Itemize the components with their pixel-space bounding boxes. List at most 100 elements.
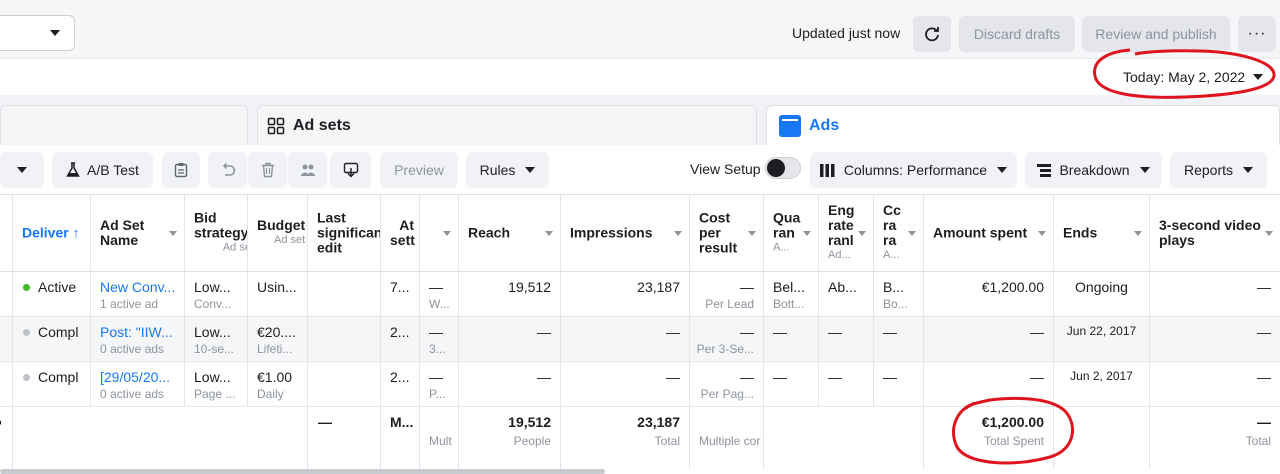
undo-button[interactable] xyxy=(208,152,247,188)
columns-button[interactable]: Columns: Performance xyxy=(810,152,1017,188)
columns-icon xyxy=(819,163,835,177)
date-range-picker[interactable]: Today: May 2, 2022 xyxy=(1108,61,1273,93)
header-quality-ranking[interactable]: Qua ran A... xyxy=(764,195,819,272)
table-cell xyxy=(308,362,381,406)
tab-ad-sets[interactable]: Ad sets xyxy=(257,105,757,145)
sort-icon xyxy=(169,231,177,236)
table-cell[interactable]: New Conv... 1 active ad xyxy=(91,272,185,316)
totals-results: Mult xyxy=(420,407,459,469)
create-dropdown-button[interactable] xyxy=(0,152,44,188)
table-cell: Ab... xyxy=(819,272,874,316)
header-attribution[interactable]: At sett xyxy=(381,195,420,272)
table-cell: — xyxy=(1150,362,1280,406)
header-checkbox[interactable] xyxy=(0,195,13,272)
tab-campaigns[interactable] xyxy=(0,105,248,145)
header-budget-sub: Ad set xyxy=(274,234,306,246)
table-row[interactable]: Compl Post: "IIW... 0 active ads Low... 10-s… xyxy=(0,317,1280,362)
account-select[interactable] xyxy=(0,15,75,51)
totals-reach-sub: People xyxy=(513,434,551,448)
status-dot-icon xyxy=(23,374,30,381)
trash-icon xyxy=(261,162,274,178)
quality-value: — xyxy=(773,324,787,340)
clipboard-icon xyxy=(174,163,188,178)
horizontal-scrollbar[interactable] xyxy=(0,469,605,474)
ads-icon xyxy=(779,114,801,137)
view-setup-toggle[interactable] xyxy=(765,157,801,179)
header-bid-strategy[interactable]: Bid strategyAd set xyxy=(185,195,248,272)
refresh-button[interactable] xyxy=(913,16,951,52)
sort-icon xyxy=(443,231,451,236)
discard-drafts-button[interactable]: Discard drafts xyxy=(959,16,1075,52)
name-sub: 0 active ads xyxy=(100,342,165,356)
attr-value: 7... xyxy=(390,279,410,295)
table-cell[interactable]: [29/05/20... 0 active ads xyxy=(91,362,185,406)
header-budget[interactable]: Budget Ad set xyxy=(248,195,308,272)
header-conversion-ranking[interactable]: Cc ra ra A... xyxy=(874,195,924,272)
table-cell: Bel... Bott... xyxy=(764,272,819,316)
impressions-value: 23,187 xyxy=(637,279,680,295)
export-button[interactable] xyxy=(330,152,371,188)
ends-value: Jun 2, 2017 xyxy=(1070,369,1133,383)
sort-icon xyxy=(674,231,682,236)
ab-test-button[interactable]: A/B Test xyxy=(52,152,153,188)
chevron-down-icon xyxy=(1139,167,1150,173)
tab-ads[interactable]: Ads xyxy=(766,105,1280,145)
header-conversion-label: Cc ra ra xyxy=(883,202,901,248)
table-cell xyxy=(308,317,381,361)
breakdown-button[interactable]: Breakdown xyxy=(1025,152,1162,188)
cpr-value: — xyxy=(740,279,754,295)
table-cell: €20.... Lifeti... xyxy=(248,317,308,361)
header-ends[interactable]: Ends xyxy=(1054,195,1150,272)
table-row[interactable]: Active New Conv... 1 active ad Low... Conv..… xyxy=(0,272,1280,317)
video-value: — xyxy=(1257,324,1271,340)
header-engagement-ranking[interactable]: Eng rate ranl Ad... xyxy=(819,195,874,272)
totals-last-edit: — xyxy=(308,407,381,469)
header-engagement-label: Eng rate ranl xyxy=(828,202,855,248)
totals-last-edit-value: — xyxy=(318,414,332,430)
header-cost-per-result[interactable]: Cost per result xyxy=(690,195,764,272)
header-impressions[interactable]: Impressions xyxy=(561,195,690,272)
header-results[interactable] xyxy=(420,195,459,272)
totals-cost-per-result: Multiple cor xyxy=(690,407,764,469)
preview-button[interactable]: Preview xyxy=(380,152,458,188)
audience-button[interactable] xyxy=(288,152,327,188)
refresh-icon xyxy=(925,27,939,42)
ends-value: Jun 22, 2017 xyxy=(1066,324,1137,338)
header-reach[interactable]: Reach xyxy=(459,195,561,272)
review-publish-button[interactable]: Review and publish xyxy=(1082,16,1230,52)
table-cell: Compl xyxy=(13,317,91,361)
table-cell: Jun 2, 2017 xyxy=(1054,362,1150,406)
ad-sets-table: Deliver ↑ Ad Set Name Bid strategyAd set… xyxy=(0,195,1280,474)
view-setup-label: View Setup xyxy=(690,161,761,177)
header-ad-set-name[interactable]: Ad Set Name xyxy=(91,195,185,272)
table-cell[interactable]: Post: "IIW... 0 active ads xyxy=(91,317,185,361)
table-row[interactable]: Compl [29/05/20... 0 active ads Low... Page … xyxy=(0,362,1280,407)
more-options-button[interactable]: ··· xyxy=(1238,16,1276,52)
header-delivery[interactable]: Deliver ↑ xyxy=(13,195,91,272)
table-cell: 23,187 xyxy=(561,272,690,316)
reach-value: — xyxy=(537,324,551,340)
header-last-edit[interactable]: Last significant edit xyxy=(308,195,381,272)
bid-sub: 10-se... xyxy=(194,342,235,356)
header-cost-per-result-label: Cost per result xyxy=(699,209,738,256)
budget-sub: Lifeti... xyxy=(257,342,293,356)
table-cell: Low... Page ... xyxy=(185,362,248,406)
duplicate-button[interactable] xyxy=(162,152,200,188)
totals-impressions: 23,187 Total xyxy=(561,407,690,469)
delete-button[interactable] xyxy=(248,152,287,188)
table-cell: 19,512 xyxy=(459,272,561,316)
results-sub: P... xyxy=(429,387,446,401)
totals-impressions-sub: Total xyxy=(654,434,680,448)
table-cell: €1.00 Daily xyxy=(248,362,308,406)
header-bid-strategy-label: Bid strategy xyxy=(194,209,248,241)
table-cell: — P... xyxy=(420,362,459,406)
rules-button[interactable]: Rules xyxy=(466,152,549,188)
budget-sub: Daily xyxy=(257,387,284,401)
header-reach-label: Reach xyxy=(468,224,511,241)
status-dot-icon xyxy=(23,329,30,336)
toolbar: A/B Test Preview Rules View Setup Column… xyxy=(0,145,1280,195)
header-video-plays[interactable]: 3-second video plays xyxy=(1150,195,1280,272)
reports-button[interactable]: Reports xyxy=(1170,152,1267,188)
budget-value: €1.00 xyxy=(257,369,293,385)
header-amount-spent[interactable]: Amount spent xyxy=(924,195,1054,272)
